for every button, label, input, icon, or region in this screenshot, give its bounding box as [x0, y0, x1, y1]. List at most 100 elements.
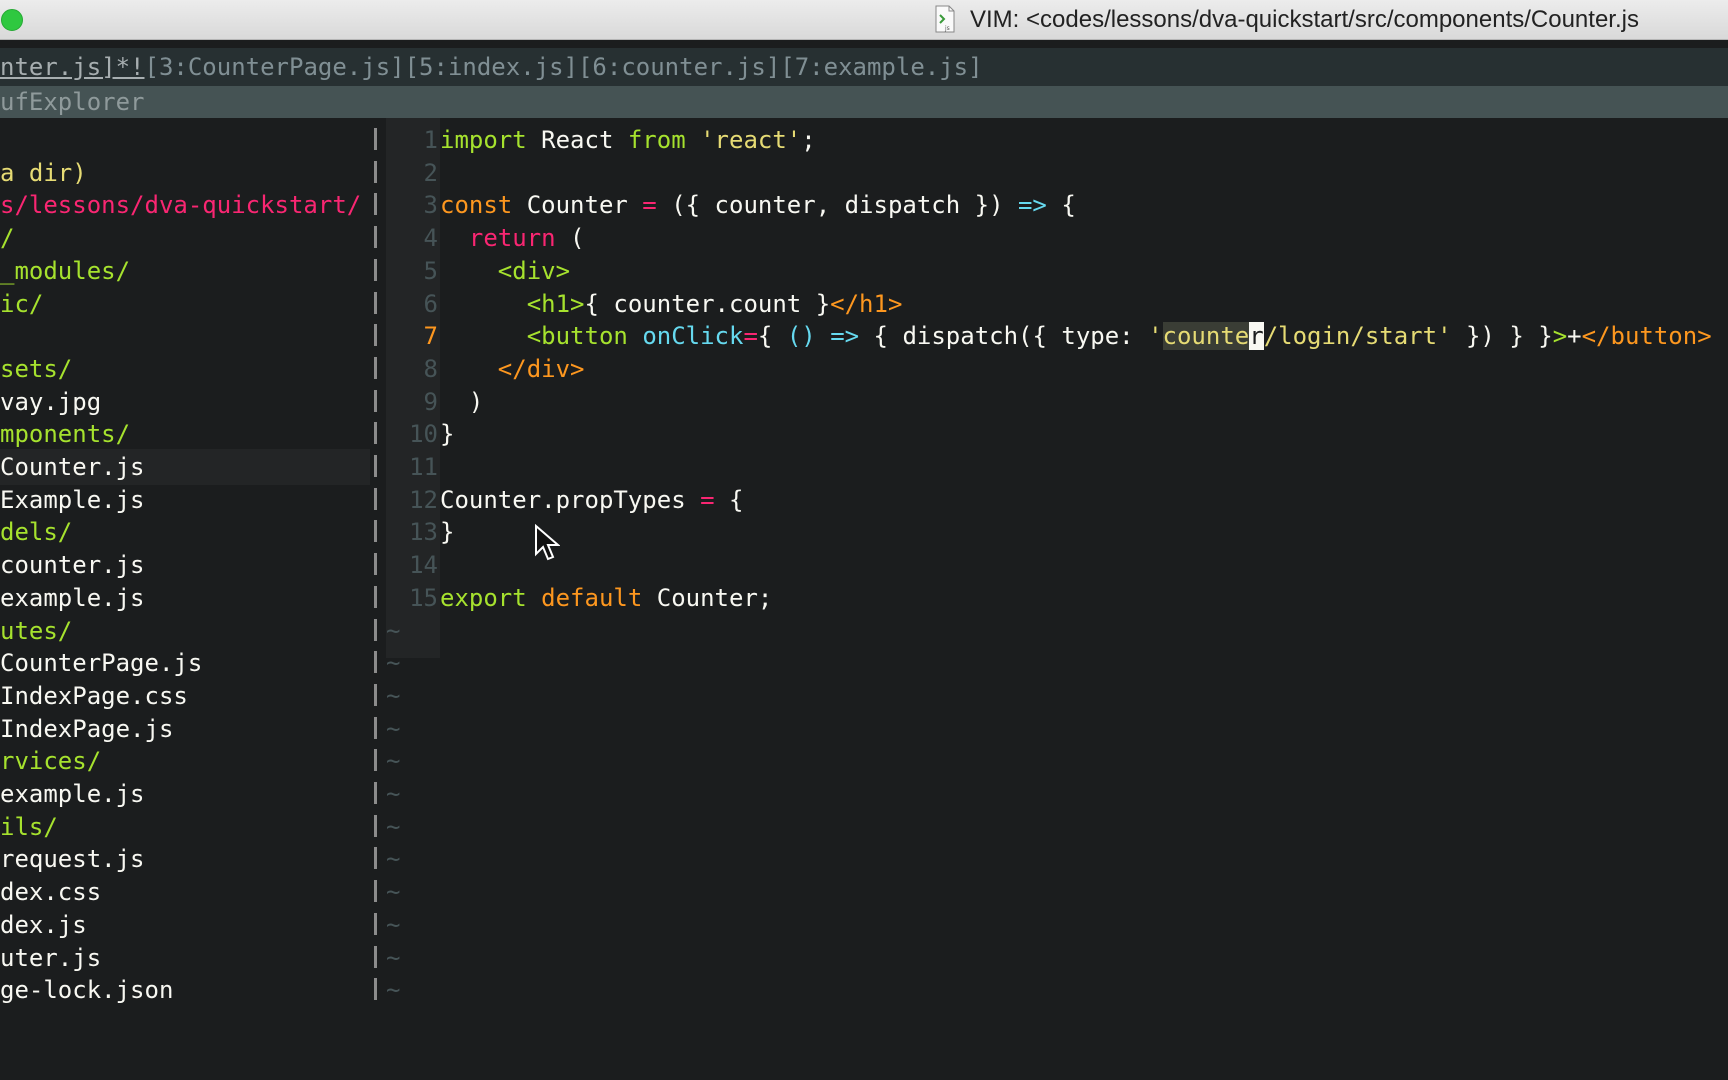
- explorer-item-label: Counter.js: [0, 453, 145, 481]
- split-bar-segment: [374, 389, 377, 412]
- explorer-file-item[interactable]: s/lessons/dva-quickstart/: [0, 187, 370, 223]
- code-token: 'react': [700, 126, 802, 154]
- code-line[interactable]: </div>: [440, 351, 585, 387]
- explorer-dir-item[interactable]: dels/: [0, 514, 370, 550]
- code-token: }: [440, 420, 455, 449]
- code-token: +: [1567, 322, 1582, 351]
- empty-line-tilde: ~: [386, 747, 401, 776]
- explorer-item-label: utes/: [0, 616, 73, 645]
- split-bar-segment: [374, 585, 377, 608]
- explorer-file-item[interactable]: counter.js: [0, 547, 370, 583]
- code-token: Counter;: [642, 583, 773, 612]
- explorer-file-item[interactable]: CounterPage.js: [0, 645, 370, 681]
- window-zoom-button[interactable]: [1, 9, 23, 31]
- code-line[interactable]: <h1>{ counter.count }</h1>: [440, 286, 903, 322]
- line-number: 11: [409, 453, 438, 481]
- document-icon: js: [935, 5, 955, 33]
- tab-example[interactable]: [7:example.js]: [780, 53, 982, 81]
- code-token: ({ counter, dispatch }): [656, 191, 1018, 220]
- explorer-file-item[interactable]: Counter.js: [0, 449, 370, 485]
- empty-line-tilde: ~: [386, 812, 401, 841]
- explorer-file-item[interactable]: [0, 122, 370, 158]
- explorer-dir-item[interactable]: rvices/: [0, 743, 370, 779]
- code-token: </button>: [1581, 322, 1712, 351]
- explorer-item-label: request.js: [0, 845, 145, 874]
- line-number: 3: [423, 191, 438, 220]
- code-token: ): [440, 387, 484, 416]
- split-bar-segment: [374, 455, 377, 477]
- explorer-item-label: a dir): [0, 158, 87, 187]
- explorer-file-item[interactable]: Example.js: [0, 482, 370, 518]
- window-split-separator[interactable]: [370, 118, 382, 1080]
- line-number: 1: [423, 126, 438, 154]
- explorer-file-item[interactable]: [0, 318, 370, 354]
- split-bar-segment: [374, 291, 377, 314]
- empty-line-tilde: ~: [386, 681, 401, 710]
- explorer-item-label: _modules/: [0, 256, 131, 285]
- code-line[interactable]: export default Counter;: [440, 580, 772, 616]
- explorer-file-item[interactable]: dex.css: [0, 874, 370, 910]
- split-bar-segment: [374, 258, 377, 281]
- explorer-dir-item[interactable]: ils/: [0, 809, 370, 845]
- explorer-file-item[interactable]: uter.js: [0, 940, 370, 976]
- explorer-item-label: vay.jpg: [0, 387, 102, 416]
- empty-line-tilde: ~: [386, 910, 401, 939]
- empty-line-tilde: ~: [386, 878, 401, 907]
- tab-active[interactable]: nter.js]*!: [0, 53, 145, 81]
- code-line[interactable]: <div>: [440, 253, 570, 289]
- code-line[interactable]: const Counter = ({ counter, dispatch }) …: [440, 187, 1076, 223]
- explorer-file-item[interactable]: example.js: [0, 776, 370, 812]
- explorer-item-label: dex.js: [0, 910, 87, 939]
- explorer-item-label: ge-lock.json: [0, 976, 174, 1005]
- code-token: {: [714, 485, 744, 514]
- split-bar-segment: [374, 716, 377, 739]
- tab-counterpage[interactable]: [3:CounterPage.js]: [145, 53, 405, 81]
- code-line[interactable]: }: [440, 514, 454, 550]
- code-line[interactable]: Counter.propTypes = {: [440, 482, 743, 518]
- code-line[interactable]: }: [440, 416, 454, 452]
- bufexplorer-header: ufExplorer: [0, 86, 1728, 118]
- split-bar-segment: [374, 880, 377, 903]
- code-line[interactable]: import React from 'react';: [440, 122, 816, 158]
- explorer-item-label: mponents/: [0, 420, 131, 449]
- explorer-dir-item[interactable]: ic/: [0, 286, 370, 322]
- code-token: React: [526, 126, 628, 154]
- tab-counter-model[interactable]: [6:counter.js]: [578, 53, 780, 81]
- explorer-file-item[interactable]: request.js: [0, 841, 370, 877]
- empty-line-tilde: ~: [386, 780, 401, 808]
- split-bar-segment: [374, 226, 377, 249]
- code-token: /login/start': [1263, 322, 1452, 351]
- code-line[interactable]: <button onClick={ () => { dispatch({ typ…: [440, 318, 1712, 354]
- code-token: from: [627, 126, 686, 154]
- explorer-dir-item[interactable]: mponents/: [0, 416, 370, 452]
- explorer-file-item[interactable]: vay.jpg: [0, 384, 370, 420]
- explorer-file-item[interactable]: example.js: [0, 580, 370, 616]
- editor-pane[interactable]: 1 2 3 4 5 6 7 8 9 10 11 12 13 14 15 import React from …: [382, 118, 1728, 1080]
- code-token: </div>: [497, 354, 585, 383]
- split-bar-segment: [374, 356, 377, 379]
- explorer-file-item[interactable]: ge-lock.json: [0, 972, 370, 1008]
- explorer-file-item[interactable]: a dir): [0, 155, 370, 191]
- explorer-dir-item[interactable]: utes/: [0, 613, 370, 649]
- explorer-file-item[interactable]: IndexPage.js: [0, 711, 370, 747]
- explorer-item-label: uter.js: [0, 943, 102, 972]
- explorer-file-item[interactable]: IndexPage.css: [0, 678, 370, 714]
- split-bar-segment: [374, 422, 377, 445]
- tab-index[interactable]: [5:index.js]: [405, 53, 578, 81]
- code-line[interactable]: ): [440, 384, 483, 420]
- explorer-dir-item[interactable]: sets/: [0, 351, 370, 387]
- explorer-file-item[interactable]: dex.js: [0, 907, 370, 943]
- explorer-item-label: dels/: [0, 518, 73, 547]
- code-token: (: [555, 224, 585, 253]
- explorer-dir-item[interactable]: _modules/: [0, 253, 370, 289]
- line-number: 9: [423, 387, 438, 416]
- code-line[interactable]: return (: [440, 220, 585, 256]
- code-token: =>: [830, 322, 860, 351]
- explorer-dir-item[interactable]: /: [0, 220, 370, 256]
